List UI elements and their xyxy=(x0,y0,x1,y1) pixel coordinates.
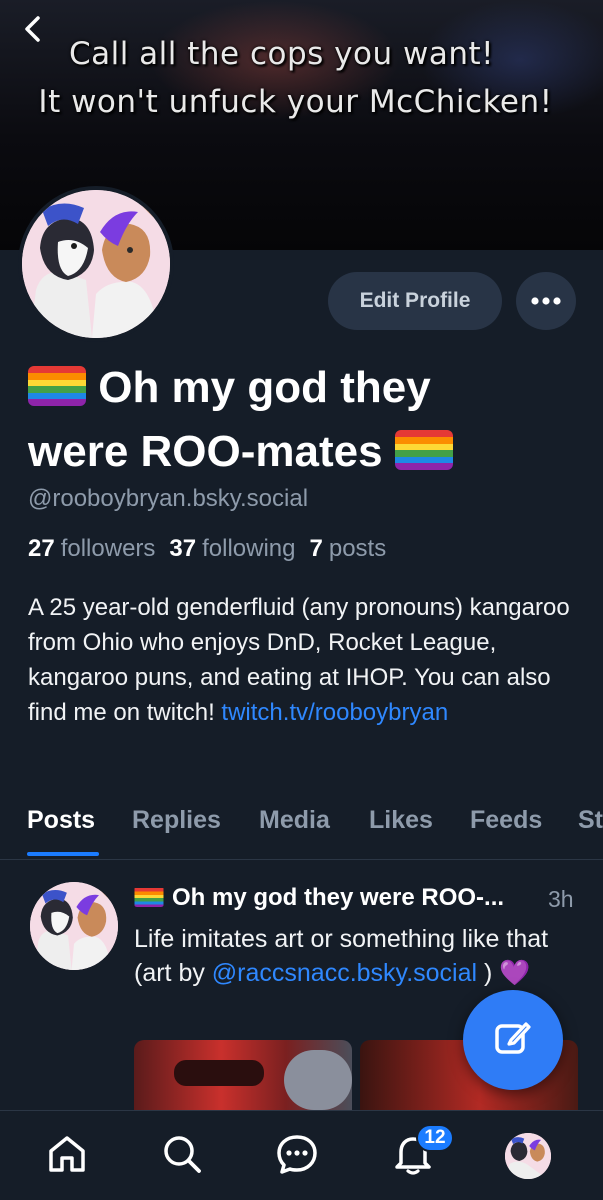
post-author-avatar[interactable] xyxy=(30,882,118,970)
notification-count-badge: 12 xyxy=(416,1124,454,1152)
post-body: Life imitates art or something like that… xyxy=(134,922,554,990)
rainbow-flag-icon xyxy=(28,366,86,406)
profile-bio: A 25 year-old genderfluid (any pronouns)… xyxy=(28,590,588,730)
tab-starter-packs[interactable]: St xyxy=(578,806,603,835)
ellipsis-icon xyxy=(531,292,561,310)
followers-stat[interactable]: 27 followers xyxy=(28,535,155,563)
search-icon xyxy=(160,1132,204,1181)
rainbow-flag-icon xyxy=(394,430,453,470)
profile-handle: @rooboybryan.bsky.social xyxy=(28,485,309,512)
tab-replies[interactable]: Replies xyxy=(132,806,221,835)
post-mention-link[interactable]: @raccsnacc.bsky.social xyxy=(212,959,477,987)
post-image-1[interactable] xyxy=(134,1040,352,1110)
chevron-left-icon xyxy=(21,15,45,48)
display-name-line2: were ROO-mates xyxy=(28,427,383,476)
more-options-button[interactable] xyxy=(516,272,576,330)
nav-search[interactable] xyxy=(157,1131,207,1181)
profile-stats: 27 followers 37 following 7 posts xyxy=(28,535,386,563)
following-stat[interactable]: 37 following xyxy=(169,535,295,563)
post-author-name[interactable]: Oh my god they were ROO-... xyxy=(134,884,584,912)
tab-likes[interactable]: Likes xyxy=(369,806,433,835)
profile-avatar[interactable] xyxy=(18,186,174,342)
chat-icon xyxy=(275,1132,319,1181)
edit-profile-button[interactable]: Edit Profile xyxy=(328,272,502,330)
home-icon xyxy=(45,1132,89,1181)
tab-media[interactable]: Media xyxy=(259,806,330,835)
purple-heart-emoji: 💜 xyxy=(499,959,531,987)
posts-stat: 7 posts xyxy=(309,535,387,562)
banner-caption-line1: Call all the cops you want! xyxy=(68,36,495,72)
rainbow-flag-icon xyxy=(134,887,164,907)
display-name: Oh my god they were ROO-mates xyxy=(28,356,588,484)
bio-twitch-link[interactable]: twitch.tv/rooboybryan xyxy=(221,699,448,726)
profile-tabs: Posts Replies Media Likes Feeds St xyxy=(0,796,603,860)
tab-feeds[interactable]: Feeds xyxy=(470,806,542,835)
post-timestamp[interactable]: 3h xyxy=(548,886,574,913)
banner-caption-line2: It won't unfuck your McChicken! xyxy=(38,84,553,120)
tab-posts[interactable]: Posts xyxy=(27,806,95,835)
compose-post-button[interactable] xyxy=(463,990,563,1090)
active-tab-indicator xyxy=(27,852,99,856)
post-text-end: ) xyxy=(477,959,500,987)
display-name-line1: Oh my god they xyxy=(98,363,431,412)
compose-icon xyxy=(493,1018,533,1063)
nav-chat[interactable] xyxy=(272,1131,322,1181)
nav-home[interactable] xyxy=(42,1131,92,1181)
nav-profile-avatar[interactable] xyxy=(505,1133,551,1179)
post-author-label: Oh my god they were ROO-... xyxy=(172,884,505,911)
back-button[interactable] xyxy=(16,14,50,48)
